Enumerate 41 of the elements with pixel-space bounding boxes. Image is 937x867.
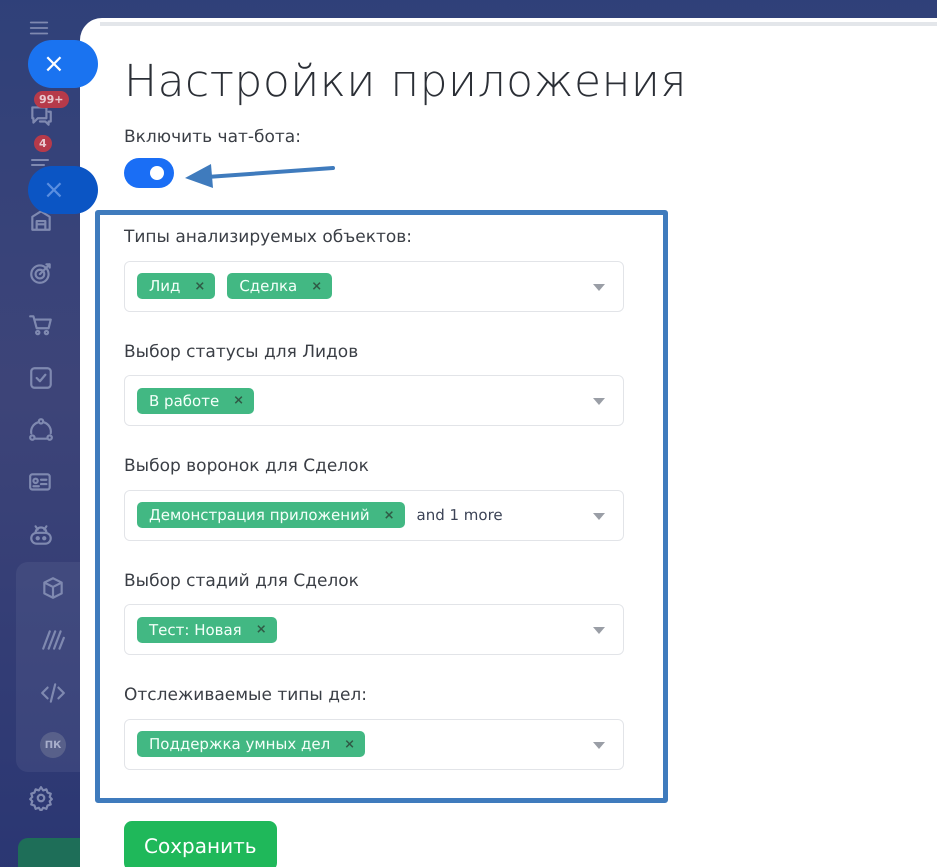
remove-tag-button[interactable]: × [194,276,206,296]
caret-icon [593,627,605,634]
page-title: Настройки приложения [124,56,688,109]
notification-count: 4 [34,134,52,152]
field-label: Типы анализируемых объектов: [124,226,414,250]
multiselect-field[interactable]: Лид × Сделка × [124,260,624,312]
flow-icon[interactable] [28,417,54,444]
settings-icon[interactable] [28,784,54,811]
multiselect-field[interactable]: Тест: Новая × [124,604,624,656]
avatar: ПК [40,732,66,758]
caret-icon [593,512,605,520]
remove-tag-button[interactable]: × [344,734,356,754]
notification-count: 99+ [34,91,69,108]
close-button[interactable]: × [28,166,98,214]
multiselect-field[interactable]: Демонстрация приложений × and 1 more [124,490,624,541]
close-button[interactable]: × [28,40,98,88]
toggle-switch[interactable] [124,158,174,188]
save-button[interactable]: Сохранить [124,820,276,867]
multiselect-field[interactable]: Поддержка умных дел × [124,718,624,770]
tag-label: В работе [149,390,220,412]
sidebar-button-background [18,838,80,867]
remove-tag-button[interactable]: × [384,506,394,526]
remove-tag-button[interactable]: × [233,391,244,411]
checkbox-icon[interactable] [28,364,54,391]
tag-label: Поддержка умных дел [149,734,330,756]
tag-label: Демонстрация приложений [149,505,370,526]
tag-label: Сделка [239,276,298,298]
caret-icon [593,398,605,406]
caret-icon [593,742,605,749]
remove-tag-button[interactable]: × [311,276,322,296]
toggle-label: Включить чат-бота: [124,126,302,149]
field-label: Отслеживаемые типы дел: [124,684,368,708]
remove-tag-button[interactable]: × [256,620,267,640]
field-label: Выбор стадий для Сделок [124,570,360,593]
field-label: Выбор воронок для Сделок [124,455,370,478]
tag-label: Тест: Новая [149,620,242,641]
caret-icon [593,284,605,291]
multiselect-field[interactable]: В работе × [124,375,624,426]
tag-label: Лид [149,276,180,298]
more-count: and 1 more [416,505,503,526]
field-label: Выбор статусы для Лидов [124,340,360,364]
